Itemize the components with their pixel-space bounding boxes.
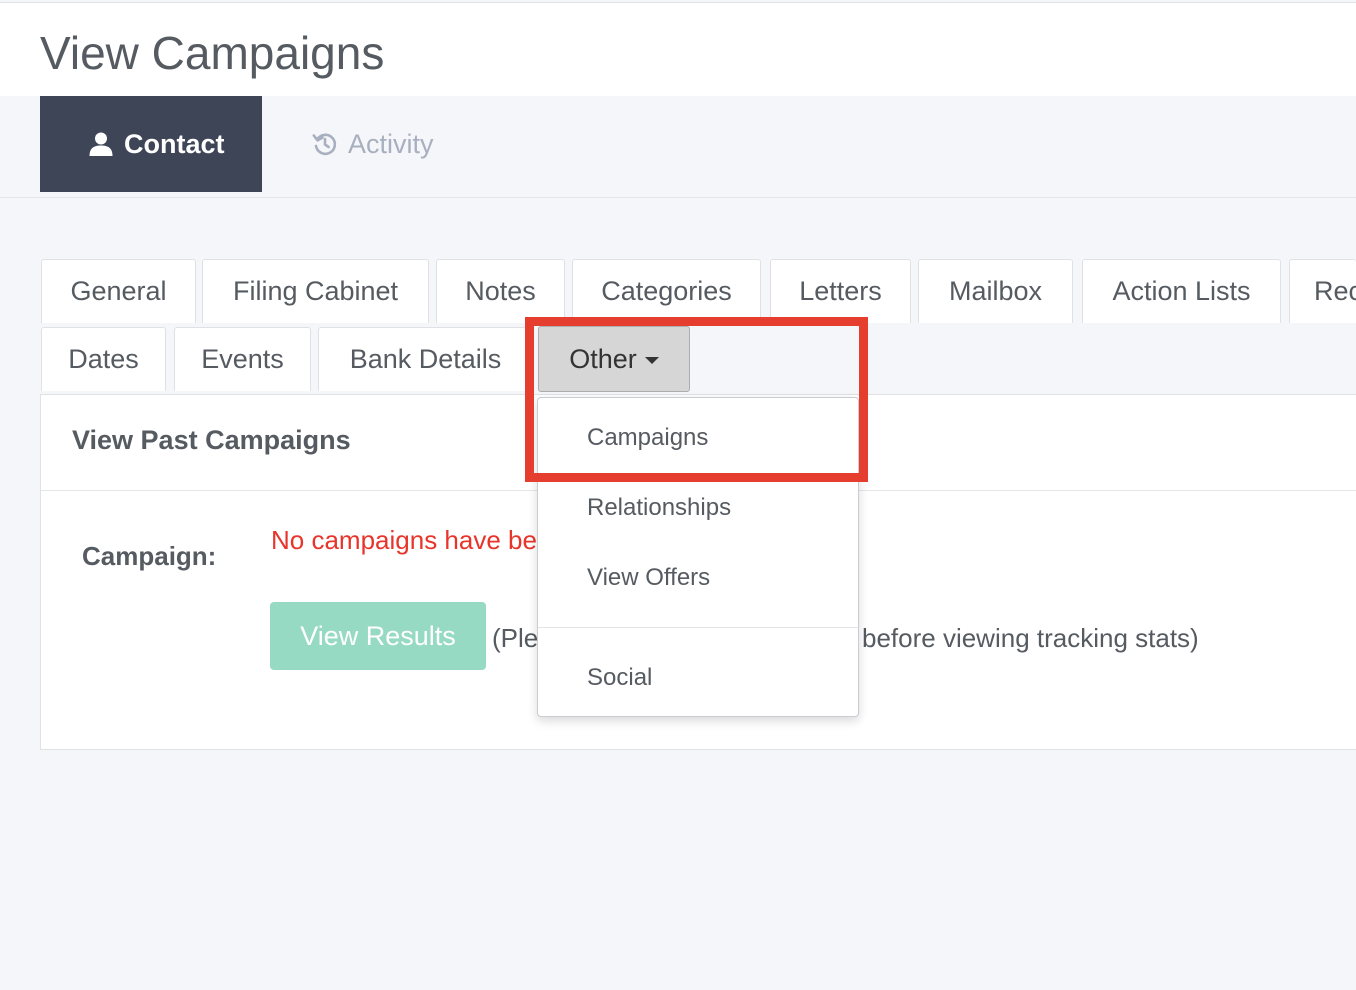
tab-activity[interactable]: Activity — [290, 96, 490, 192]
tab-contact-label: Contact — [124, 128, 225, 159]
subtab-filing-cabinet[interactable]: Filing Cabinet — [202, 259, 429, 323]
subtab-other[interactable]: Other — [538, 326, 690, 392]
subtab-events[interactable]: Events — [174, 327, 311, 391]
hint-text-right: before viewing tracking stats) — [862, 623, 1199, 653]
subtab-bank-details[interactable]: Bank Details — [318, 327, 533, 391]
subtab-categories[interactable]: Categories — [572, 259, 761, 323]
campaign-label: Campaign: — [82, 541, 217, 571]
view-results-button[interactable]: View Results — [270, 602, 486, 670]
subtab-letters[interactable]: Letters — [770, 259, 911, 323]
menu-divider — [538, 627, 858, 628]
tab-activity-label: Activity — [348, 128, 434, 159]
other-dropdown-menu: Campaigns Relationships View Offers Soci… — [537, 397, 859, 717]
menu-item-relationships[interactable]: Relationships — [587, 494, 731, 522]
hint-text-left: (Ple — [492, 623, 539, 653]
no-campaigns-message: No campaigns have be — [271, 525, 537, 555]
subtab-mailbox[interactable]: Mailbox — [918, 259, 1073, 323]
subtab-notes[interactable]: Notes — [436, 259, 565, 323]
tab-contact[interactable]: Contact — [40, 96, 262, 192]
page-header: View Campaigns — [0, 3, 1356, 96]
subtab-other-label: Other — [569, 343, 637, 374]
subtab-rec[interactable]: Rec — [1289, 259, 1356, 323]
panel-title: View Past Campaigns — [72, 425, 351, 455]
history-icon — [312, 131, 338, 157]
subtab-dates[interactable]: Dates — [41, 327, 166, 391]
subtab-general[interactable]: General — [41, 259, 196, 323]
menu-item-campaigns[interactable]: Campaigns — [587, 424, 708, 452]
menu-item-social[interactable]: Social — [587, 664, 652, 692]
subtab-action-lists[interactable]: Action Lists — [1082, 259, 1281, 323]
user-icon — [88, 131, 114, 157]
page-title: View Campaigns — [40, 27, 385, 79]
main-tabs: Contact Activity — [0, 96, 1356, 198]
caret-down-icon — [644, 357, 659, 364]
menu-item-view-offers[interactable]: View Offers — [587, 564, 710, 592]
